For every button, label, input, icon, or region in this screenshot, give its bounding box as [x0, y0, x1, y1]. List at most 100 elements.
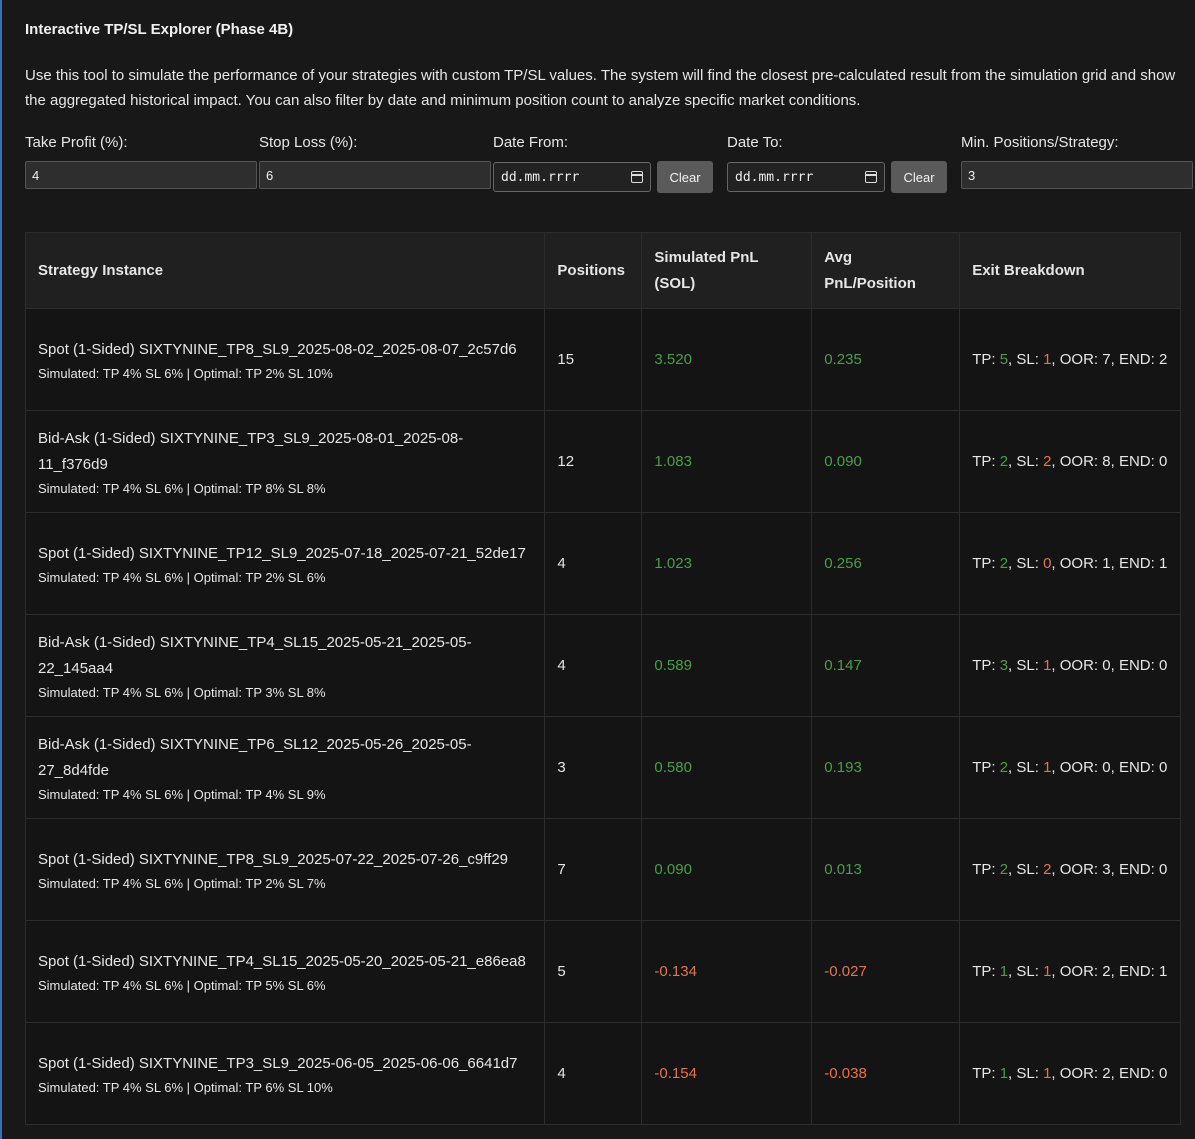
end-count: 2	[1158, 350, 1168, 368]
header-simulated-pnl: Simulated PnL (SOL)	[641, 232, 813, 309]
strategy-cell: Bid-Ask (1-Sided) SIXTYNINE_TP6_SL12_202…	[24, 716, 546, 819]
tp-label: TP:	[972, 860, 1000, 878]
oor-count: 2	[1102, 962, 1111, 980]
oor-count: 3	[1102, 860, 1111, 878]
strategy-cell: Spot (1-Sided) SIXTYNINE_TP12_SL9_2025-0…	[24, 512, 546, 615]
positions-cell: 4	[544, 512, 643, 615]
simulated-pnl-cell: 1.023	[641, 512, 813, 615]
exit-breakdown-cell: TP: 2, SL: 0, OOR: 1, END: 1	[959, 512, 1181, 615]
strategy-sim-note: Simulated: TP 4% SL 6% | Optimal: TP 2% …	[38, 569, 326, 585]
positions-cell: 12	[544, 410, 643, 513]
oor-label: , OOR:	[1051, 554, 1103, 572]
strategy-sim-note: Simulated: TP 4% SL 6% | Optimal: TP 8% …	[38, 480, 326, 496]
date-from-placeholder: dd.mm.rrrr	[501, 169, 580, 185]
table-row: Spot (1-Sided) SIXTYNINE_TP12_SL9_2025-0…	[24, 512, 1181, 615]
strategy-cell: Bid-Ask (1-Sided) SIXTYNINE_TP4_SL15_202…	[24, 614, 546, 717]
take-profit-label: Take Profit (%):	[25, 134, 128, 151]
avg-pnl-cell: 0.013	[811, 818, 961, 921]
table-row: Spot (1-Sided) SIXTYNINE_TP4_SL15_2025-0…	[24, 920, 1181, 1023]
positions-cell: 4	[544, 1022, 643, 1125]
min-positions-label: Min. Positions/Strategy:	[961, 134, 1119, 151]
end-label: , END:	[1110, 962, 1159, 980]
sl-label: , SL:	[1008, 860, 1044, 878]
header-positions: Positions	[544, 232, 643, 309]
stop-loss-input[interactable]	[259, 161, 491, 189]
date-from-input[interactable]: dd.mm.rrrr	[493, 162, 651, 192]
strategy-sim-note: Simulated: TP 4% SL 6% | Optimal: TP 5% …	[38, 977, 326, 993]
header-exit-breakdown: Exit Breakdown	[959, 232, 1181, 309]
date-to-clear-button[interactable]: Clear	[891, 161, 947, 193]
strategy-sim-note: Simulated: TP 4% SL 6% | Optimal: TP 2% …	[38, 365, 333, 381]
simulated-pnl-cell: 0.580	[641, 716, 813, 819]
strategy-cell: Spot (1-Sided) SIXTYNINE_TP4_SL15_2025-0…	[24, 920, 546, 1023]
simulated-pnl-cell: 1.083	[641, 410, 813, 513]
tp-count: 2	[999, 758, 1009, 776]
tp-count: 2	[999, 554, 1009, 572]
strategy-sim-note: Simulated: TP 4% SL 6% | Optimal: TP 6% …	[38, 1079, 333, 1095]
table-row: Spot (1-Sided) SIXTYNINE_TP3_SL9_2025-06…	[24, 1022, 1181, 1125]
end-label: , END:	[1110, 860, 1159, 878]
tp-count: 1	[999, 962, 1009, 980]
end-count: 0	[1158, 452, 1168, 470]
exit-breakdown-cell: TP: 5, SL: 1, OOR: 7, END: 2	[959, 308, 1181, 411]
take-profit-control: Take Profit (%):	[25, 134, 257, 189]
positions-cell: 15	[544, 308, 643, 411]
simulated-pnl-cell: -0.134	[641, 920, 813, 1023]
tp-label: TP:	[972, 452, 1000, 470]
strategy-cell: Spot (1-Sided) SIXTYNINE_TP8_SL9_2025-07…	[24, 818, 546, 921]
strategy-name: Bid-Ask (1-Sided) SIXTYNINE_TP4_SL15_202…	[38, 633, 472, 677]
tp-count: 5	[999, 350, 1009, 368]
oor-count: 0	[1102, 758, 1111, 776]
tp-count: 2	[999, 452, 1009, 470]
calendar-icon[interactable]	[631, 171, 643, 183]
avg-pnl-cell: 0.090	[811, 410, 961, 513]
tp-label: TP:	[972, 656, 1000, 674]
positions-cell: 5	[544, 920, 643, 1023]
exit-breakdown-cell: TP: 2, SL: 2, OOR: 8, END: 0	[959, 410, 1181, 513]
avg-pnl-cell: -0.027	[811, 920, 961, 1023]
simulated-pnl-cell: 0.090	[641, 818, 813, 921]
oor-label: , OOR:	[1051, 452, 1103, 470]
avg-pnl-cell: 0.147	[811, 614, 961, 717]
oor-count: 2	[1102, 1064, 1111, 1082]
end-count: 0	[1158, 860, 1168, 878]
panel-description: Use this tool to simulate the performanc…	[25, 67, 1176, 109]
controls-row: Take Profit (%): Stop Loss (%): Date Fro…	[25, 134, 1195, 194]
date-from-control: Date From: dd.mm.rrrr Clear	[493, 134, 713, 193]
positions-cell: 4	[544, 614, 643, 717]
header-strategy-instance: Strategy Instance	[24, 232, 546, 309]
simulated-pnl-cell: 0.589	[641, 614, 813, 717]
end-count: 0	[1158, 656, 1168, 674]
strategy-cell: Spot (1-Sided) SIXTYNINE_TP3_SL9_2025-06…	[24, 1022, 546, 1125]
strategy-name: Spot (1-Sided) SIXTYNINE_TP4_SL15_2025-0…	[38, 952, 526, 970]
end-label: , END:	[1110, 350, 1159, 368]
header-avg-pnl: Avg PnL/Position	[811, 232, 961, 309]
exit-breakdown-cell: TP: 1, SL: 1, OOR: 2, END: 1	[959, 920, 1181, 1023]
tp-count: 1	[999, 1064, 1009, 1082]
stop-loss-control: Stop Loss (%):	[259, 134, 491, 189]
strategy-cell: Spot (1-Sided) SIXTYNINE_TP8_SL9_2025-08…	[24, 308, 546, 411]
avg-pnl-cell: -0.038	[811, 1022, 961, 1125]
sl-label: , SL:	[1008, 962, 1044, 980]
sl-label: , SL:	[1008, 758, 1044, 776]
date-to-input[interactable]: dd.mm.rrrr	[727, 162, 885, 192]
date-from-clear-button[interactable]: Clear	[657, 161, 713, 193]
simulated-pnl-cell: -0.154	[641, 1022, 813, 1125]
strategy-name: Bid-Ask (1-Sided) SIXTYNINE_TP6_SL12_202…	[38, 735, 472, 779]
date-from-label: Date From:	[493, 134, 569, 151]
calendar-icon[interactable]	[865, 171, 877, 183]
sl-label: , SL:	[1008, 452, 1044, 470]
table-row: Bid-Ask (1-Sided) SIXTYNINE_TP4_SL15_202…	[24, 614, 1181, 717]
exit-breakdown-cell: TP: 1, SL: 1, OOR: 2, END: 0	[959, 1022, 1181, 1125]
end-count: 0	[1158, 1064, 1168, 1082]
oor-label: , OOR:	[1051, 1064, 1103, 1082]
end-count: 0	[1158, 758, 1168, 776]
exit-breakdown-cell: TP: 3, SL: 1, OOR: 0, END: 0	[959, 614, 1181, 717]
min-positions-input[interactable]	[961, 161, 1193, 189]
date-to-label: Date To:	[727, 134, 783, 151]
date-to-placeholder: dd.mm.rrrr	[735, 169, 814, 185]
strategy-sim-note: Simulated: TP 4% SL 6% | Optimal: TP 2% …	[38, 875, 326, 891]
oor-count: 0	[1102, 656, 1111, 674]
take-profit-input[interactable]	[25, 161, 257, 189]
stop-loss-label: Stop Loss (%):	[259, 134, 358, 151]
